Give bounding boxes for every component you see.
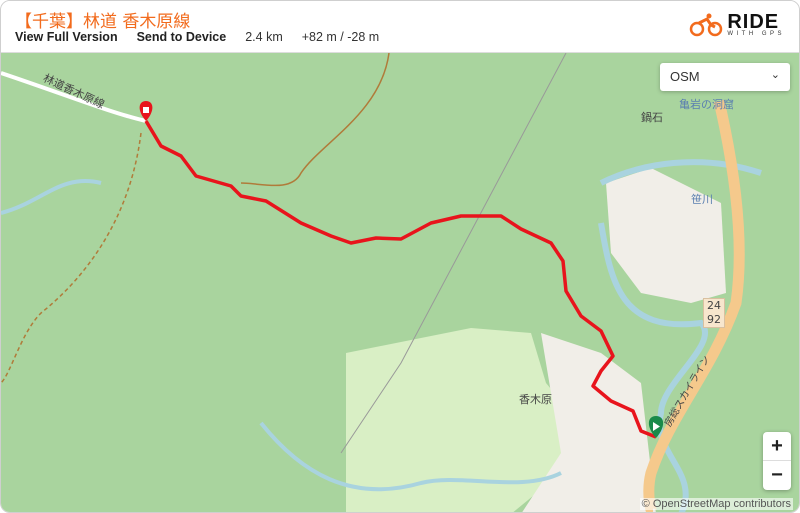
route-title[interactable]: 【千葉】林道 香木原線: [15, 7, 190, 32]
header: 【千葉】林道 香木原線 View Full Version Send to De…: [1, 1, 799, 53]
send-to-device-link[interactable]: Send to Device: [137, 30, 227, 44]
village-label: 香木原: [519, 393, 552, 406]
map-svg: [1, 53, 762, 512]
route-shield: 24 92: [703, 298, 725, 328]
distance-stat: 2.4 km: [245, 30, 283, 44]
map-layer-select[interactable]: OSM ⌄: [660, 63, 790, 91]
logo-subtext: WITH GPS: [727, 31, 785, 37]
place-label: 鍋石: [641, 111, 663, 124]
chevron-down-icon: ⌄: [770, 69, 780, 81]
zoom-out-button[interactable]: −: [763, 461, 791, 490]
view-full-version-link[interactable]: View Full Version: [15, 30, 118, 44]
cyclist-icon: [690, 13, 723, 37]
track: [1, 132, 142, 384]
poi-label: 亀岩の洞窟: [679, 98, 734, 111]
zoom-control: + −: [763, 432, 791, 490]
logo-text: RIDE: [727, 11, 780, 33]
elevation-stat: +82 m / -28 m: [301, 30, 380, 44]
route-embed: 【千葉】林道 香木原線 View Full Version Send to De…: [0, 0, 800, 513]
map-attribution[interactable]: © OpenStreetMap contributors: [639, 498, 793, 510]
map-layer-value: OSM: [670, 69, 700, 84]
golf-course-area: [346, 328, 571, 512]
track: [240, 53, 390, 187]
settlement-area: [606, 168, 726, 303]
ridewithgps-logo[interactable]: RIDE WITH GPS: [689, 11, 785, 37]
zoom-in-button[interactable]: +: [763, 432, 791, 461]
route-nav: View Full Version Send to Device 2.4 km …: [15, 30, 398, 44]
river-label: 笹川: [691, 193, 713, 206]
map-canvas[interactable]: 林道香木原線 鍋石 亀岩の洞窟 笹川 香木原 24 92 房総スカイライン: [1, 53, 799, 512]
